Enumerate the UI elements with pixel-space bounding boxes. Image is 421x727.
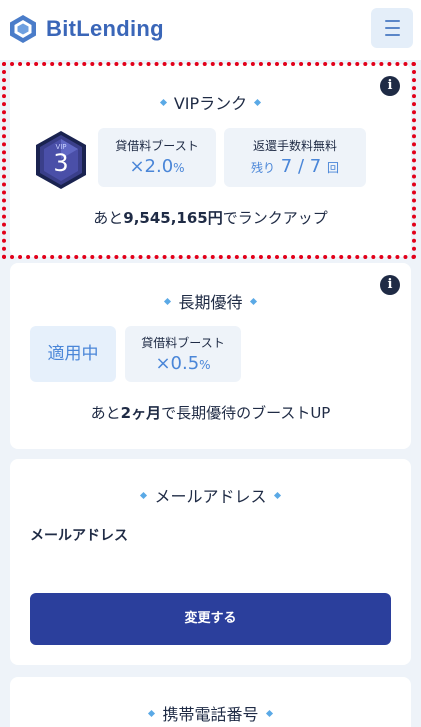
vip-rank-badge-icon: VIP 3 xyxy=(34,130,88,190)
vip-fee-remaining: 残り 7 / 7 回 xyxy=(251,156,339,177)
long-term-title: 長期優待 xyxy=(10,289,411,313)
long-term-boost-box: 貸借料ブースト ×0.5% xyxy=(125,326,241,382)
vip-badge-rank: 3 xyxy=(53,149,69,177)
long-term-boost-value: ×0.5% xyxy=(155,353,211,374)
diamond-icon xyxy=(254,98,262,107)
email-title: メールアドレス xyxy=(10,483,411,507)
vip-boost-label: 貸借料ブースト xyxy=(115,139,199,153)
diamond-icon xyxy=(159,98,167,107)
diamond-icon xyxy=(148,709,156,718)
diamond-icon xyxy=(140,491,148,500)
diamond-icon xyxy=(164,297,172,306)
diamond-icon xyxy=(249,297,257,306)
vip-boost-value: ×2.0% xyxy=(129,156,185,177)
long-term-card: 長期優待 i 適用中 貸借料ブースト ×0.5% あと2ヶ月で長期優待のブースト… xyxy=(10,263,411,449)
vip-rank-card: VIPランク i VIP 3 貸借料ブースト ×2.0% 返還手数料無料 残り … xyxy=(10,64,411,257)
menu-button[interactable] xyxy=(371,8,413,48)
email-card: メールアドレス メールアドレス 変更する xyxy=(10,459,411,665)
vip-fee-box: 返還手数料無料 残り 7 / 7 回 xyxy=(224,128,366,187)
brand-logo[interactable]: BitLending xyxy=(8,14,164,44)
change-email-button[interactable]: 変更する xyxy=(30,593,391,645)
vip-boost-box: 貸借料ブースト ×2.0% xyxy=(98,128,216,187)
vip-fee-label: 返還手数料無料 xyxy=(252,139,337,153)
phone-title: 携帯電話番号 xyxy=(10,701,411,725)
vip-rankup-note: あと9,545,165円でランクアップ xyxy=(93,209,328,227)
vip-rank-title: VIPランク xyxy=(10,90,411,114)
long-term-note: あと2ヶ月で長期優待のブーストUP xyxy=(90,404,331,422)
diamond-icon xyxy=(265,709,273,718)
long-term-boost-label: 貸借料ブースト xyxy=(141,336,225,350)
bitlending-logo-icon xyxy=(8,14,38,44)
app-header: BitLending xyxy=(0,0,421,60)
brand-name: BitLending xyxy=(46,16,164,41)
info-icon[interactable]: i xyxy=(380,76,400,96)
hamburger-icon xyxy=(384,20,400,22)
info-icon[interactable]: i xyxy=(380,275,400,295)
phone-card: 携帯電話番号 xyxy=(10,677,411,727)
long-term-status-badge: 適用中 xyxy=(30,326,116,382)
diamond-icon xyxy=(273,491,281,500)
email-label: メールアドレス xyxy=(30,528,128,544)
